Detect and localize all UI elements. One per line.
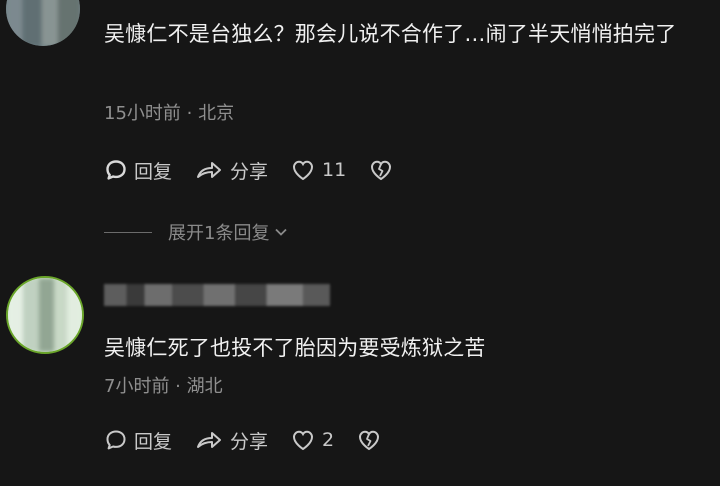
- reply-bubble-icon: [106, 430, 126, 450]
- like-button[interactable]: 11: [290, 158, 346, 182]
- username-obscured[interactable]: [104, 284, 330, 306]
- share-arrow-icon: [197, 162, 222, 178]
- heart-outline-icon: [293, 160, 314, 181]
- reply-bubble-icon: [106, 160, 126, 180]
- avatar-image: [8, 278, 82, 352]
- comment-actions: 回复 分享 11: [104, 157, 416, 183]
- comment-meta: 7小时前 · 湖北: [104, 376, 223, 397]
- comment-text: 吴慷仁死了也投不了胎因为要受炼狱之苦: [104, 336, 486, 360]
- like-button[interactable]: 2: [290, 428, 334, 452]
- comment-item: 吴慷仁不是台独么？那会儿说不合作了…闹了半天悄悄拍完了 15小时前 · 北京 回…: [0, 0, 720, 262]
- avatar-image: [6, 0, 80, 46]
- share-arrow-icon: [197, 432, 222, 448]
- heart-outline-icon: [293, 430, 314, 451]
- share-label: 分享: [230, 160, 269, 183]
- expand-replies-button[interactable]: 展开1条回复: [104, 219, 290, 245]
- expand-replies-label: 展开1条回复: [168, 223, 270, 244]
- avatar[interactable]: [6, 276, 84, 354]
- broken-heart-icon: [371, 160, 392, 181]
- broken-heart-icon: [359, 430, 380, 451]
- share-button[interactable]: 分享: [194, 427, 268, 454]
- reply-label: 回复: [134, 430, 173, 453]
- chevron-down-icon: [275, 228, 288, 236]
- reply-label: 回复: [134, 160, 173, 183]
- dislike-button[interactable]: [356, 428, 382, 452]
- comment-actions: 回复 分享 2: [104, 427, 404, 453]
- expand-divider: [104, 231, 152, 233]
- like-count: 11: [322, 159, 347, 181]
- like-count: 2: [322, 429, 335, 451]
- share-button[interactable]: 分享: [194, 157, 268, 184]
- share-label: 分享: [230, 430, 269, 453]
- comment-item: 吴慷仁死了也投不了胎因为要受炼狱之苦 7小时前 · 湖北 回复 分享 2: [0, 262, 720, 486]
- comment-text: 吴慷仁不是台独么？那会儿说不合作了…闹了半天悄悄拍完了: [104, 22, 677, 46]
- comment-meta: 15小时前 · 北京: [104, 103, 235, 124]
- reply-button[interactable]: 回复: [104, 427, 172, 454]
- dislike-button[interactable]: [368, 158, 394, 182]
- avatar[interactable]: [6, 0, 80, 46]
- reply-button[interactable]: 回复: [104, 157, 172, 184]
